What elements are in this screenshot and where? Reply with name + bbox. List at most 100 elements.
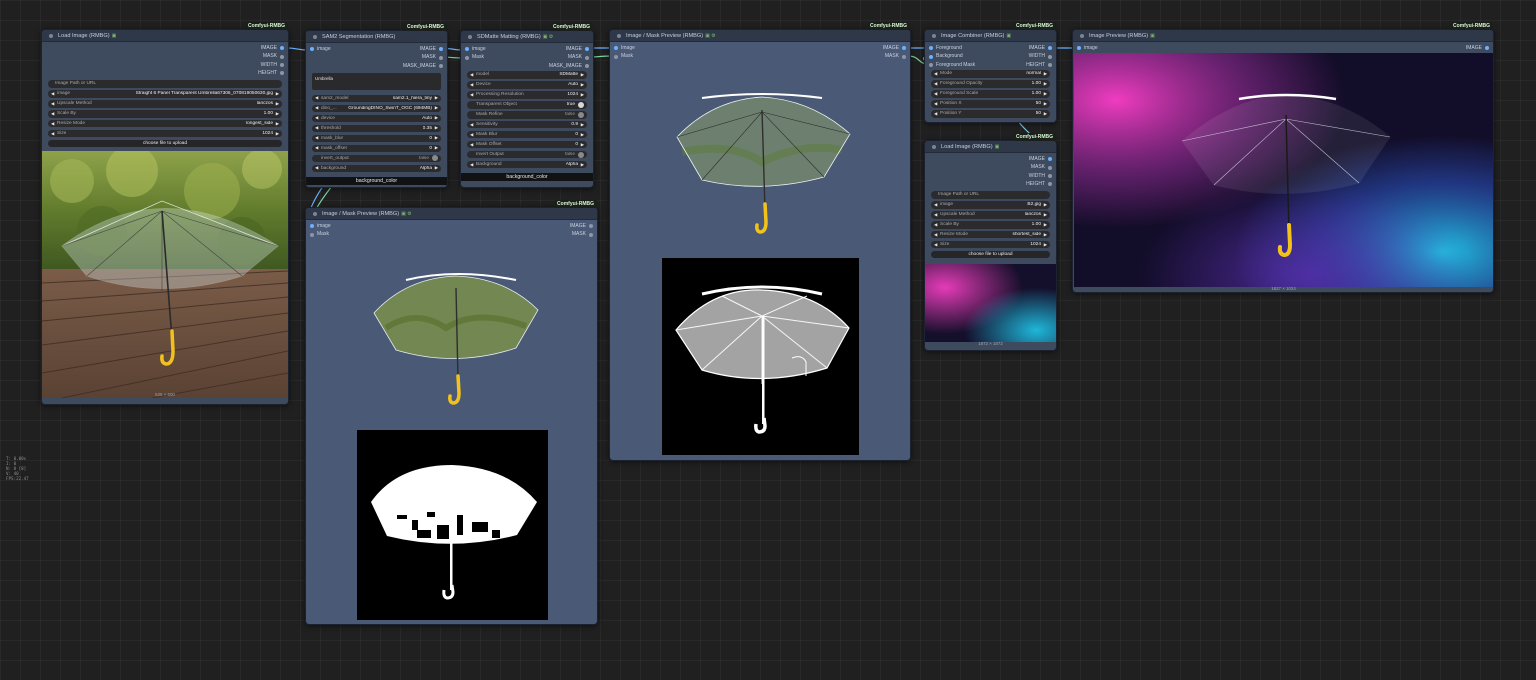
arrow-right-icon[interactable]: ▶ <box>273 91 279 97</box>
output-mask[interactable]: MASK <box>572 230 593 238</box>
output-mask[interactable]: MASK <box>885 52 906 60</box>
collapse-dot-icon[interactable] <box>313 34 317 39</box>
scale-by-number[interactable]: ◀ Scale By 1.00 ▶ <box>48 110 282 118</box>
image-select[interactable]: ◀ image Straight 6 Panel Transparent Umbre… <box>48 90 282 98</box>
image-preview-node[interactable]: Comfyui-RMBG Image Preview (RMBG) ▣ imag… <box>1072 22 1494 293</box>
mask-blur-number[interactable]: ◀ Mask Blur 0 ▶ <box>467 131 587 139</box>
model-select[interactable]: ◀ model SDMatte ▶ <box>467 71 587 79</box>
output-mask[interactable]: MASK <box>422 53 443 61</box>
mode-select[interactable]: ◀ Mode normal ▶ <box>931 70 1050 78</box>
input-image[interactable]: image <box>1077 44 1098 52</box>
transparent-object-toggle[interactable]: Transparent Object true <box>467 101 587 109</box>
dino-model-select[interactable]: ◀ dino_... GroundingDINO_SwinT_OGC (694MB)… <box>312 104 441 113</box>
mask-refine-toggle[interactable]: Mask Refine false <box>467 111 587 119</box>
upscale-method-select[interactable]: ◀ Upscale Method lanczos ▶ <box>48 100 282 108</box>
input-image[interactable]: image <box>310 222 331 230</box>
input-image[interactable]: image <box>465 45 486 53</box>
upscale-method-select[interactable]: ◀ Upscale Method lanczos ▶ <box>931 211 1050 219</box>
upload-button[interactable]: choose file to upload <box>931 251 1050 259</box>
invert-output-toggle[interactable]: invert_output false <box>312 154 441 163</box>
output-width[interactable]: WIDTH <box>261 61 284 69</box>
image-select[interactable]: ◀ image B2.jpg ▶ <box>931 201 1050 209</box>
resize-mode-select[interactable]: ◀ Resize Mode longest_side ▶ <box>48 120 282 128</box>
mask-offset-number[interactable]: ◀ mask_offset 0 ▶ <box>312 144 441 153</box>
input-mask[interactable]: Mask <box>465 53 484 61</box>
node-title-bar[interactable]: Load Image (RMBG) ▣ <box>42 30 288 42</box>
resize-mode-select[interactable]: ◀ Resize Mode shortest_side ▶ <box>931 231 1050 239</box>
collapse-dot-icon[interactable] <box>932 33 936 38</box>
output-image[interactable]: IMAGE <box>261 44 284 52</box>
size-number[interactable]: ◀ Size 1024 ▶ <box>931 241 1050 249</box>
output-width[interactable]: WIDTH <box>1029 172 1052 180</box>
image-path-field[interactable]: Image Path or URL <box>931 191 1050 199</box>
background-select[interactable]: ◀ Background Alpha ▶ <box>467 161 587 169</box>
input-mask[interactable]: Mask <box>614 52 633 60</box>
invert-output-toggle[interactable]: Invert Output false <box>467 151 587 159</box>
image-combiner-node[interactable]: Comfyui-RMBG Image Combiner (RMBG) ▣ For… <box>924 22 1057 123</box>
input-foreground-mask[interactable]: Foreground Mask <box>929 61 975 69</box>
node-title-bar[interactable]: SDMatte Matting (RMBG) ▣ ⚙ <box>461 31 593 43</box>
device-select[interactable]: ◀ device Auto ▶ <box>312 114 441 123</box>
stat-fps: FPS:22.47 <box>6 476 29 481</box>
output-mask[interactable]: MASK <box>1031 163 1052 171</box>
sdmatte-matting-node[interactable]: Comfyui-RMBG SDMatte Matting (RMBG) ▣ ⚙ … <box>460 23 594 188</box>
node-title-bar[interactable]: SAM2 Segmentation (RMBG) <box>306 31 447 43</box>
foreground-scale-number[interactable]: ◀ Foreground Scale 1.00 ▶ <box>931 90 1050 98</box>
threshold-number[interactable]: ◀ threshold 0.35 ▶ <box>312 124 441 133</box>
output-height[interactable]: HEIGHT <box>258 69 284 77</box>
sam2-segmentation-node[interactable]: Comfyui-RMBG SAM2 Segmentation (RMBG) im… <box>305 23 448 188</box>
position-y-number[interactable]: ◀ Position Y 50 ▶ <box>931 110 1050 118</box>
output-image[interactable]: IMAGE <box>1466 44 1489 52</box>
scale-by-number[interactable]: ◀ Scale By 1.00 ▶ <box>931 221 1050 229</box>
sensitivity-number[interactable]: ◀ Sensitivity 0.9 ▶ <box>467 121 587 129</box>
size-number[interactable]: ◀ Size 1024 ▶ <box>48 130 282 138</box>
output-image[interactable]: IMAGE <box>420 45 443 53</box>
toggle-off-icon <box>578 111 584 118</box>
node-title-bar[interactable]: Image Preview (RMBG) ▣ <box>1073 30 1493 42</box>
mask-preview-node-sam2[interactable]: Comfyui-RMBG Image / Mask Preview (RMBG)… <box>305 200 598 625</box>
collapse-dot-icon[interactable] <box>932 144 936 149</box>
output-height[interactable]: HEIGHT <box>1026 61 1052 69</box>
output-image[interactable]: IMAGE <box>566 45 589 53</box>
node-title-bar[interactable]: Image / Mask Preview (RMBG) ▣ ⚙ <box>610 30 910 42</box>
input-image[interactable]: Image <box>614 44 635 52</box>
collapse-dot-icon[interactable] <box>468 34 472 39</box>
upload-button[interactable]: choose file to upload <box>48 140 282 148</box>
load-image-node[interactable]: Comfyui-RMBG Load Image (RMBG) ▣ IMAGE M… <box>41 22 289 405</box>
node-title-bar[interactable]: Image / Mask Preview (RMBG) ▣ ⚙ <box>306 208 597 220</box>
load-image-background-node[interactable]: Comfyui-RMBG Load Image (RMBG) ▣ IMAGE M… <box>924 133 1057 351</box>
background-color-field[interactable]: background_color <box>461 173 593 182</box>
collapse-dot-icon[interactable] <box>617 33 621 38</box>
output-mask-image[interactable]: MASK_IMAGE <box>549 62 589 70</box>
foreground-opacity-number[interactable]: ◀ Foreground Opacity 1.00 ▶ <box>931 80 1050 88</box>
collapse-dot-icon[interactable] <box>49 33 53 38</box>
input-background[interactable]: Background <box>929 52 963 60</box>
output-width[interactable]: WIDTH <box>1029 52 1052 60</box>
collapse-dot-icon[interactable] <box>1080 33 1084 38</box>
device-select[interactable]: ◀ Device Auto ▶ <box>467 81 587 89</box>
mask-blur-number[interactable]: ◀ mask_blur 0 ▶ <box>312 134 441 143</box>
input-foreground[interactable]: Foreground <box>929 44 962 52</box>
mask-offset-number[interactable]: ◀ Mask Offset 0 ▶ <box>467 141 587 149</box>
output-image[interactable]: IMAGE <box>883 44 906 52</box>
input-image[interactable]: image <box>310 45 331 53</box>
prompt-textarea[interactable]: Umbrella <box>312 73 441 91</box>
output-mask[interactable]: MASK <box>568 53 589 61</box>
processing-resolution-select[interactable]: ◀ Processing Resolution 1024 ▶ <box>467 91 587 99</box>
output-image[interactable]: IMAGE <box>1029 155 1052 163</box>
image-path-field[interactable]: Image Path or URL <box>48 80 282 88</box>
input-mask[interactable]: Mask <box>310 230 329 238</box>
node-title-bar[interactable]: Image Combiner (RMBG) ▣ <box>925 30 1056 42</box>
background-color-field[interactable]: background_color <box>306 177 447 186</box>
background-select[interactable]: ◀ background Alpha ▶ <box>312 164 441 173</box>
output-height[interactable]: HEIGHT <box>1026 180 1052 188</box>
position-x-number[interactable]: ◀ Position X 50 ▶ <box>931 100 1050 108</box>
node-title-bar[interactable]: Load Image (RMBG) ▣ <box>925 141 1056 153</box>
mask-preview-node-sdmatte[interactable]: Comfyui-RMBG Image / Mask Preview (RMBG)… <box>609 22 911 461</box>
sam2-model-select[interactable]: ◀ sam2_model sam2.1_hiera_tiny ▶ <box>312 94 441 103</box>
collapse-dot-icon[interactable] <box>313 211 317 216</box>
output-mask[interactable]: MASK <box>263 52 284 60</box>
output-mask-image[interactable]: MASK_IMAGE <box>403 62 443 70</box>
output-image[interactable]: IMAGE <box>1029 44 1052 52</box>
output-image[interactable]: IMAGE <box>570 222 593 230</box>
